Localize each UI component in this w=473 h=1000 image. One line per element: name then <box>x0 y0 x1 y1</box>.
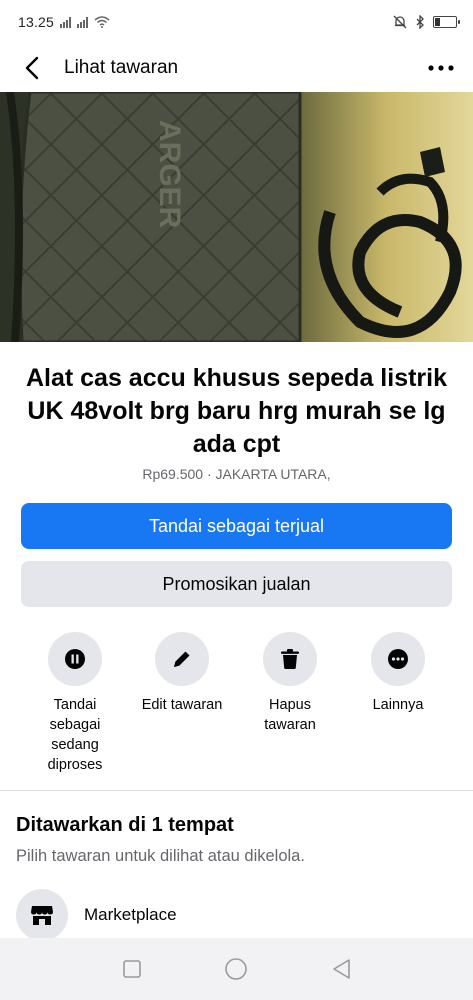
more-horizontal-icon <box>428 65 454 71</box>
battery-icon <box>433 16 460 28</box>
mark-pending-button[interactable] <box>48 632 102 686</box>
signal-icon-2 <box>77 16 89 28</box>
delete-listing-action[interactable]: Hapus tawaran <box>242 632 338 735</box>
mute-bell-icon <box>393 15 407 29</box>
system-nav-bar <box>0 938 473 1000</box>
trash-icon <box>281 649 299 669</box>
status-bar: 13.25 <box>0 0 473 44</box>
chevron-left-icon <box>25 56 39 80</box>
more-actions-button[interactable] <box>371 632 425 686</box>
recents-button[interactable] <box>117 954 147 984</box>
edit-listing-button[interactable] <box>155 632 209 686</box>
more-actions-label: Lainnya <box>372 697 424 713</box>
listing-title: Alat cas accu khusus sepeda listrik UK 4… <box>25 364 448 458</box>
bluetooth-icon <box>416 15 424 29</box>
circle-icon <box>225 958 248 980</box>
status-right <box>393 15 460 29</box>
square-icon <box>123 960 141 978</box>
wifi-icon <box>94 16 110 28</box>
storefront-icon <box>31 906 53 925</box>
place-item-marketplace[interactable]: Marketplace <box>16 889 457 941</box>
listing-price-location: Rp69.500 · JAKARTA UTARA, <box>142 466 331 482</box>
mark-pending-label: Tandai sebagai sedang diproses <box>47 697 103 773</box>
triangle-back-icon <box>333 959 350 979</box>
home-button[interactable] <box>221 954 251 984</box>
delete-listing-label: Hapus tawaran <box>264 697 316 733</box>
delete-listing-button[interactable] <box>263 632 317 686</box>
offered-section-title: Ditawarkan di 1 tempat <box>16 814 234 836</box>
system-back-button[interactable] <box>326 954 356 984</box>
promote-listing-button[interactable]: Promosikan jualan <box>21 561 452 607</box>
edit-listing-action[interactable]: Edit tawaran <box>134 632 230 715</box>
offered-section-subtitle: Pilih tawaran untuk dilihat atau dikelol… <box>16 847 305 865</box>
app-header: Lihat tawaran <box>0 44 473 92</box>
more-options-button[interactable] <box>425 54 457 82</box>
mark-pending-action[interactable]: Tandai sebagai sedang diproses <box>27 632 123 775</box>
back-button[interactable] <box>18 54 46 82</box>
signal-icon <box>60 16 72 28</box>
status-time: 13.25 <box>18 14 55 30</box>
place-label: Marketplace <box>84 905 177 924</box>
pause-icon <box>65 649 85 669</box>
mark-as-sold-button[interactable]: Tandai sebagai terjual <box>21 503 452 549</box>
section-divider <box>0 790 473 791</box>
page-title: Lihat tawaran <box>64 57 179 78</box>
charger-label-graphic: ARGER <box>153 120 186 229</box>
pencil-icon <box>174 651 190 667</box>
edit-listing-label: Edit tawaran <box>141 697 223 713</box>
listing-photo-image: ARGER <box>0 92 473 342</box>
more-actions-action[interactable]: Lainnya <box>350 632 446 715</box>
more-horizontal-icon <box>388 649 408 669</box>
status-left: 13.25 <box>18 14 110 30</box>
storefront-icon-wrap <box>16 889 68 941</box>
listing-photo[interactable]: ARGER <box>0 92 473 342</box>
